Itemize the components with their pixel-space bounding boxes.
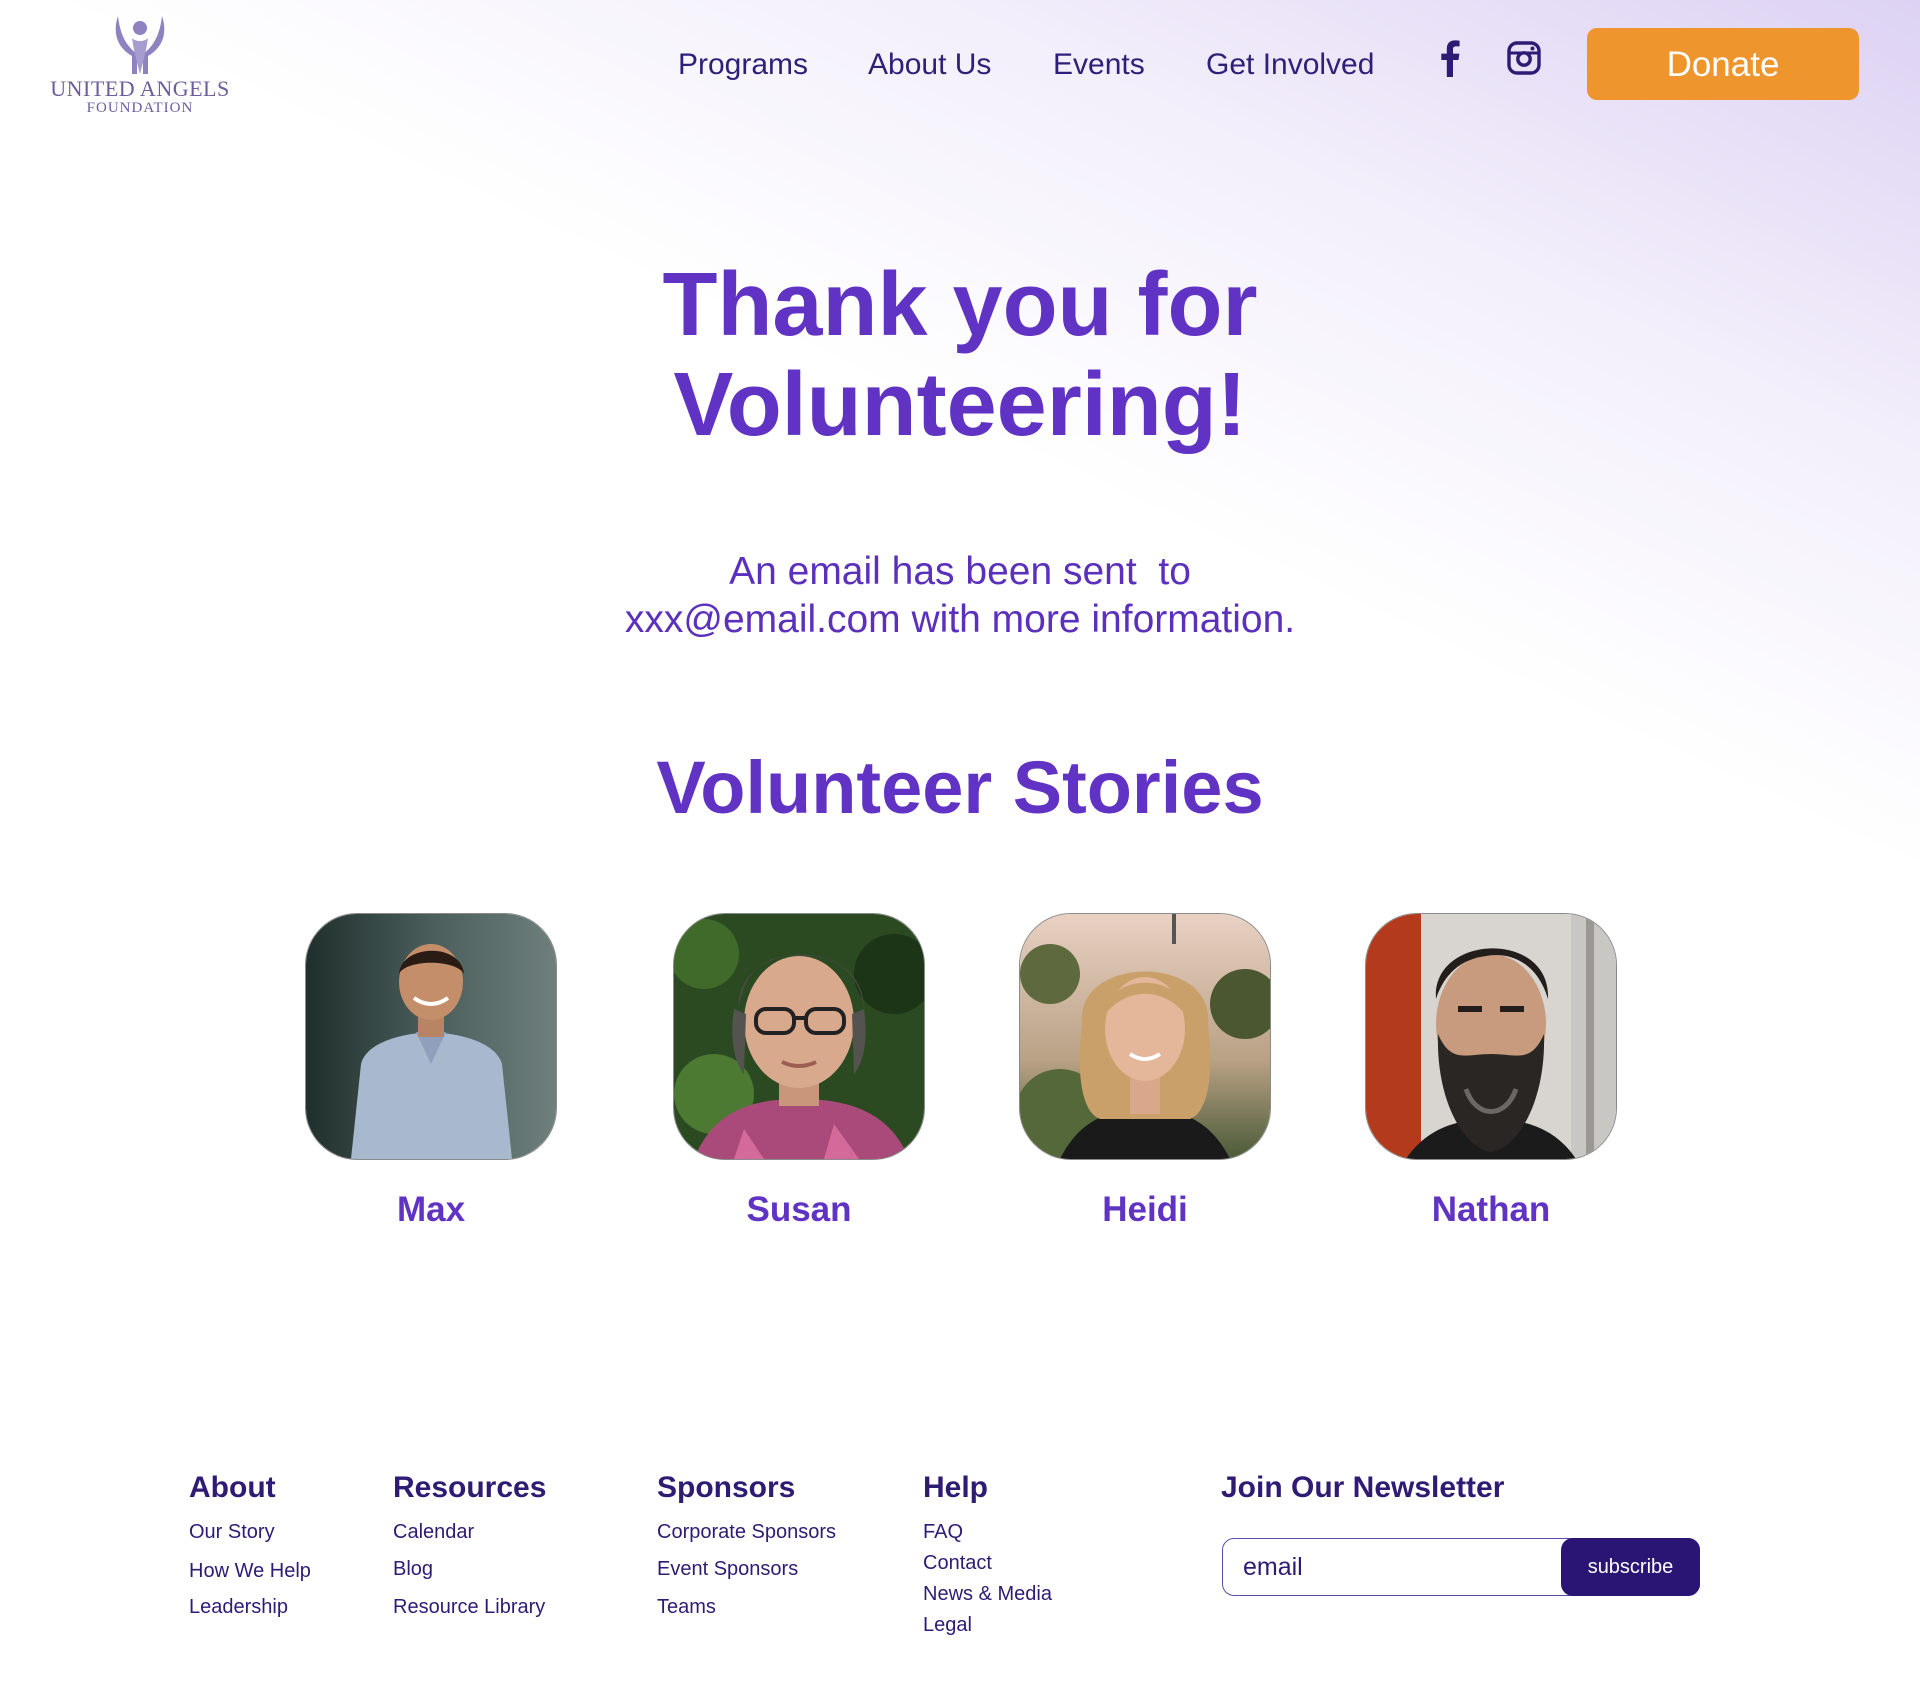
confirmation-message-line1: An email has been sent to: [729, 550, 1191, 593]
instagram-link[interactable]: [1504, 38, 1544, 78]
footer-link-calendar[interactable]: Calendar: [393, 1520, 474, 1544]
confirmation-message: An email has been sent to xxx@email.com …: [0, 548, 1920, 644]
nav-programs[interactable]: Programs: [678, 45, 808, 85]
volunteer-photo-max: [305, 913, 557, 1160]
page-title: Thank you for Volunteering!: [0, 255, 1920, 455]
angel-figure-icon: [115, 16, 165, 74]
footer-link-event-sponsors[interactable]: Event Sponsors: [657, 1557, 798, 1581]
instagram-icon: [1507, 41, 1541, 75]
footer-column-help: Help FAQ Contact News & Media Legal: [923, 1470, 1052, 1636]
footer-heading-about: About: [189, 1471, 276, 1504]
footer-heading-sponsors: Sponsors: [657, 1471, 796, 1504]
newsletter-heading: Join Our Newsletter: [1221, 1471, 1505, 1504]
footer-link-our-story[interactable]: Our Story: [189, 1520, 275, 1544]
footer-column-about: About Our Story How We Help Leadership: [189, 1470, 311, 1618]
footer-link-contact[interactable]: Contact: [923, 1551, 992, 1575]
volunteer-photo-heidi: [1019, 913, 1271, 1160]
footer-link-legal[interactable]: Legal: [923, 1613, 972, 1637]
footer-link-faq[interactable]: FAQ: [923, 1520, 963, 1544]
page-title-line1: Thank you for: [662, 255, 1258, 355]
confirmation-message-line2: xxx@email.com with more information.: [624, 598, 1296, 641]
site-logo[interactable]: UNITED ANGELS FOUNDATION: [50, 14, 230, 124]
footer-link-teams[interactable]: Teams: [657, 1595, 716, 1619]
page-title-line2: Volunteering!: [673, 355, 1247, 455]
footer-link-blog[interactable]: Blog: [393, 1557, 433, 1581]
volunteer-stories-heading: Volunteer Stories: [656, 746, 1264, 829]
newsletter-form: subscribe: [1222, 1538, 1700, 1596]
story-card-nathan[interactable]: Nathan: [1365, 913, 1617, 1230]
background-fade: [0, 1180, 1920, 1400]
nav-about-us[interactable]: About Us: [868, 45, 991, 85]
volunteer-name-nathan: Nathan: [1431, 1190, 1551, 1229]
footer-link-news-media[interactable]: News & Media: [923, 1582, 1052, 1606]
footer-newsletter: Join Our Newsletter: [1221, 1470, 1504, 1506]
nav-get-involved[interactable]: Get Involved: [1206, 45, 1374, 85]
facebook-icon: [1441, 40, 1460, 77]
subscribe-button[interactable]: subscribe: [1561, 1538, 1700, 1596]
footer-link-resource-library[interactable]: Resource Library: [393, 1595, 545, 1619]
story-card-max[interactable]: Max: [305, 913, 557, 1230]
logo-subname: FOUNDATION: [86, 100, 194, 116]
footer-link-how-we-help[interactable]: How We Help: [189, 1559, 311, 1583]
footer-link-corporate-sponsors[interactable]: Corporate Sponsors: [657, 1520, 836, 1544]
volunteer-photo-nathan: [1365, 913, 1617, 1160]
volunteer-photo-susan: [673, 913, 925, 1160]
story-card-susan[interactable]: Susan: [673, 913, 925, 1230]
footer-column-sponsors: Sponsors Corporate Sponsors Event Sponso…: [657, 1470, 836, 1618]
story-card-heidi[interactable]: Heidi: [1019, 913, 1271, 1230]
logo-name: UNITED ANGELS: [50, 76, 230, 101]
volunteer-name-susan: Susan: [746, 1190, 852, 1229]
footer-heading-resources: Resources: [393, 1471, 547, 1504]
footer-heading-help: Help: [923, 1471, 989, 1504]
donate-button[interactable]: Donate: [1587, 28, 1859, 100]
volunteer-name-max: Max: [396, 1190, 466, 1229]
footer-column-resources: Resources Calendar Blog Resource Library: [393, 1470, 547, 1618]
volunteer-name-heidi: Heidi: [1102, 1190, 1188, 1229]
footer-link-leadership[interactable]: Leadership: [189, 1595, 288, 1619]
facebook-link[interactable]: [1430, 38, 1470, 78]
nav-events[interactable]: Events: [1053, 45, 1145, 85]
